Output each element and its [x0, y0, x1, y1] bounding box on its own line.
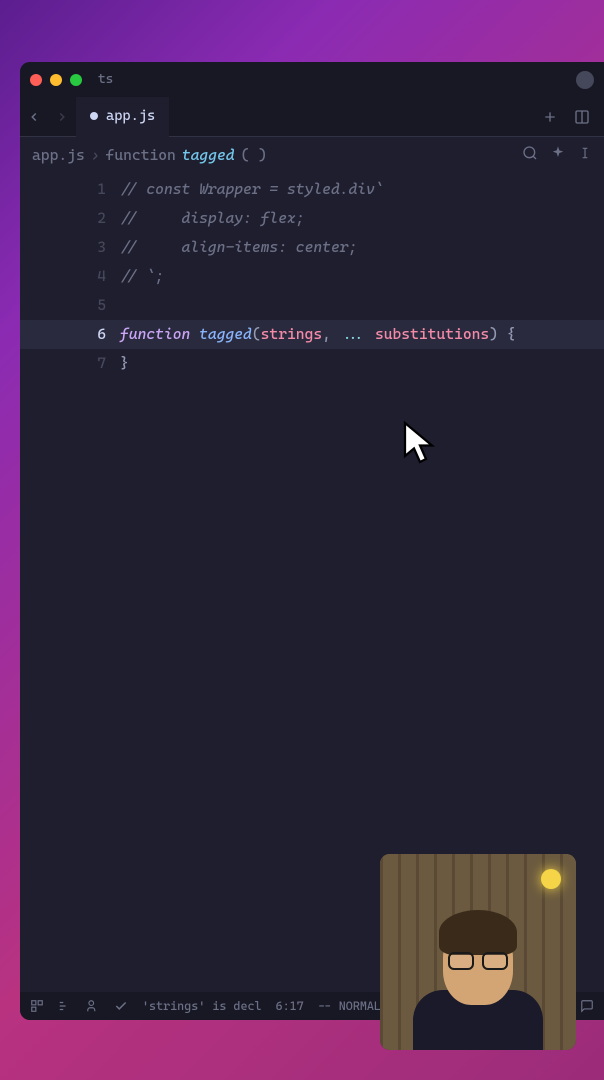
maximize-button[interactable] [70, 74, 82, 86]
avatar[interactable] [576, 71, 594, 89]
layout-icon[interactable] [30, 999, 44, 1013]
tree-icon[interactable] [58, 999, 72, 1013]
titlebar: ts [20, 62, 604, 97]
breadcrumb: app.js › function tagged ( ) [20, 137, 604, 173]
line-number: 3 [20, 233, 106, 262]
tab-label: app.js [106, 108, 155, 124]
window-title: ts [98, 72, 113, 87]
close-button[interactable] [30, 74, 42, 86]
tab-app-js[interactable]: app.js [76, 97, 169, 137]
split-editor-button[interactable] [568, 103, 596, 131]
breadcrumb-params: ( ) [241, 146, 267, 164]
cursor-text-icon[interactable] [578, 144, 592, 166]
line-number: 2 [20, 204, 106, 233]
code-line[interactable]: // align-items: center; [120, 233, 604, 262]
code-line[interactable]: // const Wrapper = styled.div` [120, 175, 604, 204]
breadcrumb-function[interactable]: tagged [182, 146, 235, 164]
back-button[interactable] [20, 103, 48, 131]
code-line[interactable]: // `; [120, 262, 604, 291]
check-icon[interactable] [114, 999, 128, 1013]
diagnostic-text[interactable]: 'strings' is decl [142, 999, 262, 1013]
line-number: 6⚡ [20, 320, 106, 349]
forward-button[interactable] [48, 103, 76, 131]
line-number: 5 [20, 291, 106, 320]
new-tab-button[interactable] [536, 103, 564, 131]
breadcrumb-keyword: function [106, 146, 176, 164]
code-line[interactable]: } [120, 349, 604, 378]
traffic-lights [30, 74, 82, 86]
breadcrumb-file[interactable]: app.js [32, 146, 85, 164]
sparkle-icon[interactable] [550, 145, 566, 165]
webcam-overlay [380, 854, 576, 1050]
search-icon[interactable] [522, 145, 538, 165]
line-number: 1 [20, 175, 106, 204]
breadcrumb-separator: › [91, 146, 100, 164]
code-line[interactable] [120, 291, 604, 320]
cursor-position[interactable]: 6:17 [276, 999, 304, 1013]
modified-indicator-icon [90, 112, 98, 120]
line-number-gutter: 123456⚡7 [20, 173, 120, 992]
code-line[interactable]: // display: flex; [120, 204, 604, 233]
line-number: 7 [20, 349, 106, 378]
line-number: 4 [20, 262, 106, 291]
feedback-icon[interactable] [580, 999, 594, 1013]
mouse-cursor-icon [402, 420, 438, 472]
people-icon[interactable] [86, 999, 100, 1013]
minimize-button[interactable] [50, 74, 62, 86]
tabbar: app.js [20, 97, 604, 137]
